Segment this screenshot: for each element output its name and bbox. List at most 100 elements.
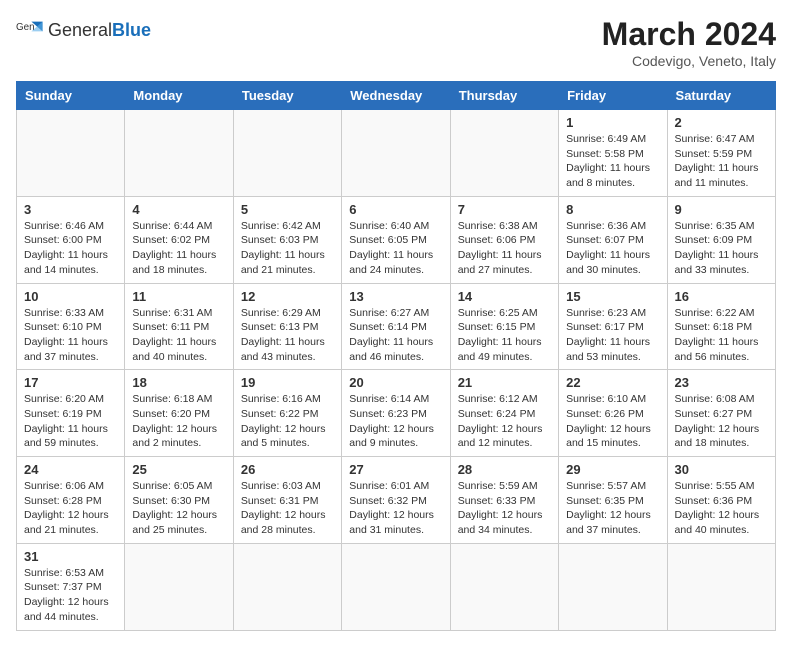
calendar-week-row: 1Sunrise: 6:49 AM Sunset: 5:58 PM Daylig… xyxy=(17,110,776,197)
weekday-header-sunday: Sunday xyxy=(17,82,125,110)
day-info: Sunrise: 6:33 AM Sunset: 6:10 PM Dayligh… xyxy=(24,306,117,365)
calendar-cell: 9Sunrise: 6:35 AM Sunset: 6:09 PM Daylig… xyxy=(667,196,775,283)
calendar-cell: 12 Sunrise: 6:29 AM Sunset: 6:13 PM Dayli… xyxy=(233,283,341,370)
day-number: 19 xyxy=(241,375,334,390)
calendar-cell: 29 Sunrise: 5:57 AM Sunset: 6:35 PM Dayli… xyxy=(559,457,667,544)
calendar-cell: 6 Sunrise: 6:40 AM Sunset: 6:05 PM Daylig… xyxy=(342,196,450,283)
calendar-cell: 10 Sunrise: 6:33 AM Sunset: 6:10 PM Dayli… xyxy=(17,283,125,370)
weekday-header-saturday: Saturday xyxy=(667,82,775,110)
day-info: Sunrise: 6:14 AM Sunset: 6:23 PM Dayligh… xyxy=(349,392,442,451)
day-number: 27 xyxy=(349,462,442,477)
calendar-week-row: 31Sunrise: 6:53 AM Sunset: 7:37 PM Dayli… xyxy=(17,543,776,630)
day-info: Sunrise: 6:16 AM Sunset: 6:22 PM Dayligh… xyxy=(241,392,334,451)
calendar-cell xyxy=(125,543,233,630)
day-info: Sunrise: 6:18 AM Sunset: 6:20 PM Dayligh… xyxy=(132,392,225,451)
day-number: 30 xyxy=(675,462,768,477)
day-number: 17 xyxy=(24,375,117,390)
calendar-cell: 22 Sunrise: 6:10 AM Sunset: 6:26 PM Dayli… xyxy=(559,370,667,457)
calendar-cell: 7Sunrise: 6:38 AM Sunset: 6:06 PM Daylig… xyxy=(450,196,558,283)
day-info: Sunrise: 6:06 AM Sunset: 6:28 PM Dayligh… xyxy=(24,479,117,538)
day-info: Sunrise: 6:03 AM Sunset: 6:31 PM Dayligh… xyxy=(241,479,334,538)
day-info: Sunrise: 6:25 AM Sunset: 6:15 PM Dayligh… xyxy=(458,306,551,365)
day-number: 4 xyxy=(132,202,225,217)
day-info: Sunrise: 6:47 AM Sunset: 5:59 PM Dayligh… xyxy=(675,132,768,191)
day-number: 5 xyxy=(241,202,334,217)
calendar-cell xyxy=(17,110,125,197)
weekday-header-wednesday: Wednesday xyxy=(342,82,450,110)
day-info: Sunrise: 6:40 AM Sunset: 6:05 PM Dayligh… xyxy=(349,219,442,278)
day-info: Sunrise: 6:10 AM Sunset: 6:26 PM Dayligh… xyxy=(566,392,659,451)
calendar-cell: 5 Sunrise: 6:42 AM Sunset: 6:03 PM Daylig… xyxy=(233,196,341,283)
calendar-cell: 19 Sunrise: 6:16 AM Sunset: 6:22 PM Dayli… xyxy=(233,370,341,457)
calendar-cell: 4 Sunrise: 6:44 AM Sunset: 6:02 PM Daylig… xyxy=(125,196,233,283)
header: Gen GeneralBlue March 2024 Codevigo, Ven… xyxy=(16,16,776,69)
calendar-cell: 24 Sunrise: 6:06 AM Sunset: 6:28 PM Dayli… xyxy=(17,457,125,544)
calendar-cell: 31Sunrise: 6:53 AM Sunset: 7:37 PM Dayli… xyxy=(17,543,125,630)
day-info: Sunrise: 6:27 AM Sunset: 6:14 PM Dayligh… xyxy=(349,306,442,365)
day-info: Sunrise: 6:29 AM Sunset: 6:13 PM Dayligh… xyxy=(241,306,334,365)
calendar-cell: 18 Sunrise: 6:18 AM Sunset: 6:20 PM Dayli… xyxy=(125,370,233,457)
day-info: Sunrise: 6:08 AM Sunset: 6:27 PM Dayligh… xyxy=(675,392,768,451)
day-number: 20 xyxy=(349,375,442,390)
calendar-cell: 28 Sunrise: 5:59 AM Sunset: 6:33 PM Dayli… xyxy=(450,457,558,544)
day-number: 23 xyxy=(675,375,768,390)
day-info: Sunrise: 6:44 AM Sunset: 6:02 PM Dayligh… xyxy=(132,219,225,278)
logo-icon: Gen xyxy=(16,16,44,44)
weekday-header-monday: Monday xyxy=(125,82,233,110)
calendar-cell: 26Sunrise: 6:03 AM Sunset: 6:31 PM Dayli… xyxy=(233,457,341,544)
day-number: 28 xyxy=(458,462,551,477)
day-info: Sunrise: 5:55 AM Sunset: 6:36 PM Dayligh… xyxy=(675,479,768,538)
calendar-cell xyxy=(125,110,233,197)
calendar-cell: 15 Sunrise: 6:23 AM Sunset: 6:17 PM Dayli… xyxy=(559,283,667,370)
calendar-cell xyxy=(342,543,450,630)
calendar-week-row: 24 Sunrise: 6:06 AM Sunset: 6:28 PM Dayli… xyxy=(17,457,776,544)
day-number: 12 xyxy=(241,289,334,304)
calendar-cell: 2Sunrise: 6:47 AM Sunset: 5:59 PM Daylig… xyxy=(667,110,775,197)
day-info: Sunrise: 5:57 AM Sunset: 6:35 PM Dayligh… xyxy=(566,479,659,538)
calendar-cell: 3 Sunrise: 6:46 AM Sunset: 6:00 PM Daylig… xyxy=(17,196,125,283)
calendar-cell: 17Sunrise: 6:20 AM Sunset: 6:19 PM Dayli… xyxy=(17,370,125,457)
day-info: Sunrise: 6:42 AM Sunset: 6:03 PM Dayligh… xyxy=(241,219,334,278)
day-number: 25 xyxy=(132,462,225,477)
calendar-cell xyxy=(450,543,558,630)
calendar-cell: 16 Sunrise: 6:22 AM Sunset: 6:18 PM Dayli… xyxy=(667,283,775,370)
day-number: 21 xyxy=(458,375,551,390)
day-info: Sunrise: 6:36 AM Sunset: 6:07 PM Dayligh… xyxy=(566,219,659,278)
day-number: 7 xyxy=(458,202,551,217)
day-info: Sunrise: 6:49 AM Sunset: 5:58 PM Dayligh… xyxy=(566,132,659,191)
day-number: 10 xyxy=(24,289,117,304)
day-number: 11 xyxy=(132,289,225,304)
day-info: Sunrise: 6:31 AM Sunset: 6:11 PM Dayligh… xyxy=(132,306,225,365)
day-info: Sunrise: 6:23 AM Sunset: 6:17 PM Dayligh… xyxy=(566,306,659,365)
day-info: Sunrise: 5:59 AM Sunset: 6:33 PM Dayligh… xyxy=(458,479,551,538)
day-number: 15 xyxy=(566,289,659,304)
day-number: 3 xyxy=(24,202,117,217)
day-number: 24 xyxy=(24,462,117,477)
calendar-week-row: 17Sunrise: 6:20 AM Sunset: 6:19 PM Dayli… xyxy=(17,370,776,457)
day-number: 16 xyxy=(675,289,768,304)
calendar-week-row: 10 Sunrise: 6:33 AM Sunset: 6:10 PM Dayli… xyxy=(17,283,776,370)
day-info: Sunrise: 6:22 AM Sunset: 6:18 PM Dayligh… xyxy=(675,306,768,365)
day-number: 29 xyxy=(566,462,659,477)
calendar-week-row: 3 Sunrise: 6:46 AM Sunset: 6:00 PM Daylig… xyxy=(17,196,776,283)
day-info: Sunrise: 6:12 AM Sunset: 6:24 PM Dayligh… xyxy=(458,392,551,451)
day-number: 9 xyxy=(675,202,768,217)
calendar-cell xyxy=(233,110,341,197)
calendar-cell: 21 Sunrise: 6:12 AM Sunset: 6:24 PM Dayli… xyxy=(450,370,558,457)
weekday-header-friday: Friday xyxy=(559,82,667,110)
calendar-cell: 20 Sunrise: 6:14 AM Sunset: 6:23 PM Dayli… xyxy=(342,370,450,457)
weekday-header-tuesday: Tuesday xyxy=(233,82,341,110)
calendar-cell: 11 Sunrise: 6:31 AM Sunset: 6:11 PM Dayli… xyxy=(125,283,233,370)
day-number: 18 xyxy=(132,375,225,390)
day-info: Sunrise: 6:05 AM Sunset: 6:30 PM Dayligh… xyxy=(132,479,225,538)
day-number: 22 xyxy=(566,375,659,390)
day-number: 6 xyxy=(349,202,442,217)
month-title: March 2024 xyxy=(602,16,776,53)
day-info: Sunrise: 6:01 AM Sunset: 6:32 PM Dayligh… xyxy=(349,479,442,538)
calendar-cell: 1Sunrise: 6:49 AM Sunset: 5:58 PM Daylig… xyxy=(559,110,667,197)
day-number: 13 xyxy=(349,289,442,304)
day-number: 8 xyxy=(566,202,659,217)
day-info: Sunrise: 6:46 AM Sunset: 6:00 PM Dayligh… xyxy=(24,219,117,278)
calendar-cell xyxy=(342,110,450,197)
page-container: Gen GeneralBlue March 2024 Codevigo, Ven… xyxy=(16,16,776,631)
